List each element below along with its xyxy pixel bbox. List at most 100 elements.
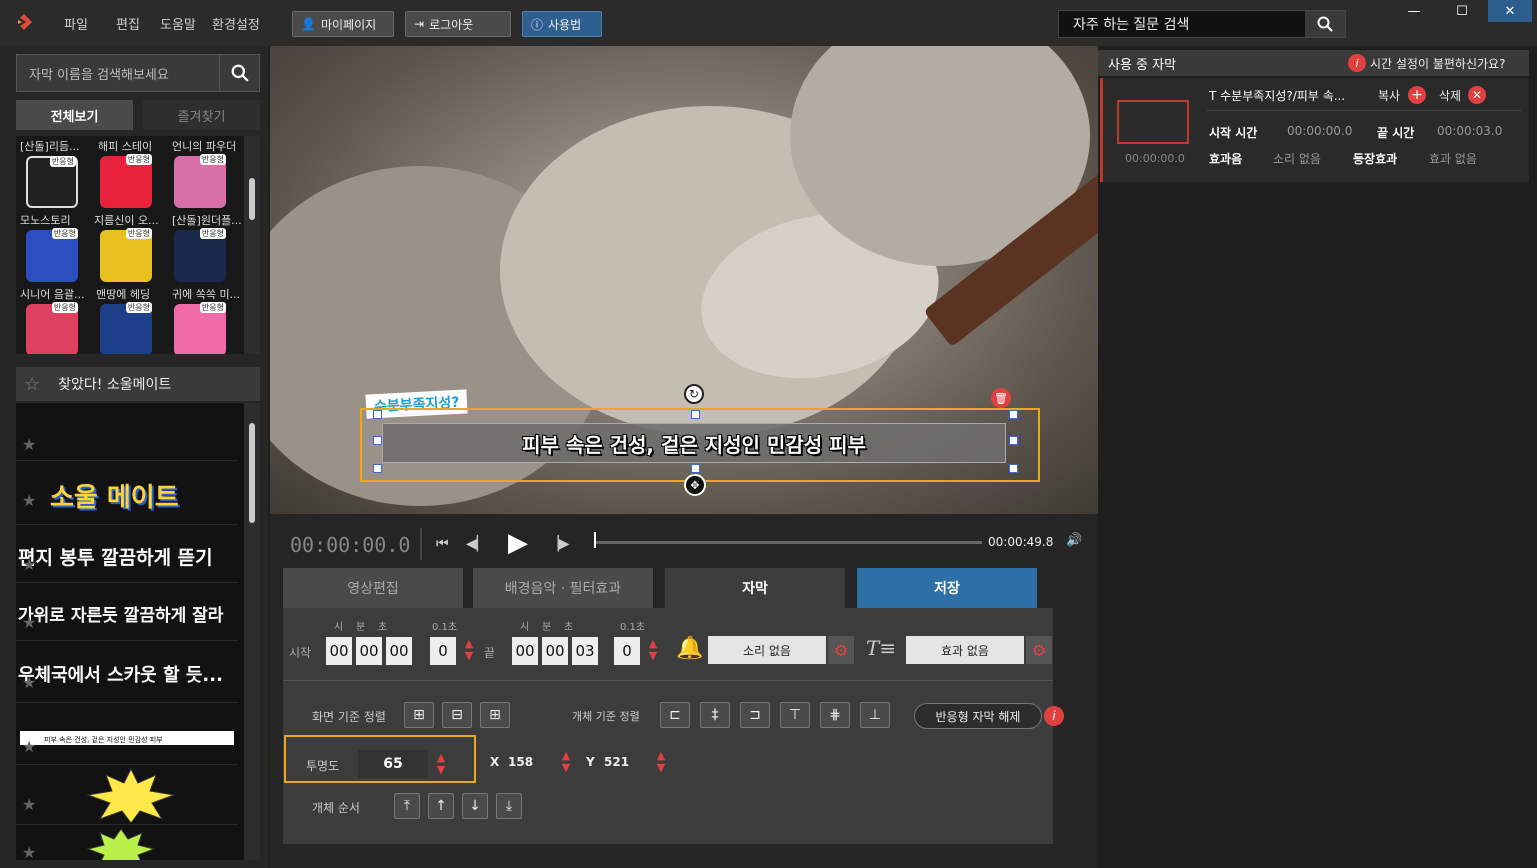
end-time-value[interactable]: 00:00:03.0: [1437, 124, 1502, 138]
resize-handle[interactable]: [373, 410, 382, 419]
star-icon[interactable]: ★: [22, 435, 36, 454]
responsive-release-button[interactable]: 반응형 자막 해제: [914, 703, 1042, 729]
tab-subtitle[interactable]: 자막: [665, 568, 845, 608]
tab-all[interactable]: 전체보기: [16, 100, 133, 130]
faq-search[interactable]: 자주 하는 질문 검색: [1058, 10, 1346, 38]
time-help-link[interactable]: 시간 설정이 불편하신가요?: [1370, 55, 1505, 72]
template-thumb[interactable]: 반응형: [100, 228, 152, 282]
resize-handle[interactable]: [1009, 410, 1018, 419]
delete-label[interactable]: 삭제: [1439, 87, 1461, 104]
star-icon[interactable]: ★: [22, 613, 36, 632]
list-item[interactable]: 편지 봉투 깔끔하게 뜯기 ★: [16, 525, 238, 583]
volume-icon[interactable]: 🔊: [1066, 533, 1082, 548]
template-thumb[interactable]: 반응형: [26, 228, 78, 282]
tab-favorites[interactable]: 즐겨찾기: [143, 100, 260, 130]
tab-bgm-filter[interactable]: 배경음악 · 필터효과: [473, 568, 653, 608]
step-forward-icon[interactable]: ▕▶: [548, 536, 570, 552]
info-icon[interactable]: i: [1044, 706, 1064, 726]
align-screen-center-v-icon[interactable]: ⊞: [404, 702, 434, 728]
align-top-icon[interactable]: ⊤: [780, 702, 810, 728]
subtitle-card[interactable]: 00:00:00.0 T 수분부족지성?/피부 속... 복사 + 삭제 ✕ 시…: [1100, 78, 1529, 182]
subtitle-search[interactable]: 자막 이름을 검색해보세요: [16, 54, 260, 92]
gear-icon[interactable]: ⚙: [828, 636, 854, 664]
list-item[interactable]: ★: [16, 825, 238, 860]
gear-icon[interactable]: ⚙: [1026, 636, 1052, 664]
subtitle-search-input[interactable]: 자막 이름을 검색해보세요: [17, 64, 219, 83]
align-right-icon[interactable]: ⊐: [740, 702, 770, 728]
plus-icon[interactable]: +: [1408, 86, 1426, 104]
close-icon[interactable]: ✕: [1468, 86, 1486, 104]
resize-handle[interactable]: [691, 410, 700, 419]
info-icon[interactable]: i: [1348, 54, 1366, 72]
close-button[interactable]: ✕: [1488, 0, 1532, 22]
menu-file[interactable]: 파일: [64, 14, 88, 33]
start-hour-field[interactable]: 00: [326, 637, 352, 665]
resize-handle[interactable]: [373, 436, 382, 445]
end-stepper[interactable]: ▲ ▼: [642, 636, 664, 664]
search-icon[interactable]: [1305, 11, 1345, 37]
align-middle-icon[interactable]: ⋕: [820, 702, 850, 728]
list-item[interactable]: ★: [16, 403, 238, 461]
start-stepper[interactable]: ▲ ▼: [458, 636, 480, 664]
trash-icon[interactable]: 🗑: [991, 388, 1011, 408]
x-stepper[interactable]: ▲ ▼: [555, 748, 577, 776]
star-icon[interactable]: ★: [22, 555, 36, 574]
timeline-track[interactable]: [596, 541, 982, 544]
scroll-thumb[interactable]: [249, 178, 255, 220]
bring-forward-icon[interactable]: ↑: [428, 793, 454, 819]
template-thumb[interactable]: 반응형: [26, 302, 78, 354]
star-icon[interactable]: ★: [22, 673, 36, 692]
list-item[interactable]: 피부 속은 건성, 겉은 지성인 민감성 피부 ★: [16, 703, 238, 765]
send-to-back-icon[interactable]: ⤓: [496, 793, 522, 819]
resize-handle[interactable]: [373, 464, 382, 473]
timeline-playhead[interactable]: [594, 532, 596, 548]
resize-handle[interactable]: [1009, 464, 1018, 473]
bring-to-front-icon[interactable]: ⤒: [394, 793, 420, 819]
template-thumb[interactable]: 반응형: [174, 154, 226, 208]
start-minute-field[interactable]: 00: [356, 637, 382, 665]
star-icon[interactable]: ★: [22, 737, 36, 756]
align-screen-center-icon[interactable]: ⊞: [480, 702, 510, 728]
star-icon[interactable]: ★: [22, 491, 36, 510]
resize-handle[interactable]: [691, 464, 700, 473]
template-thumb[interactable]: 반응형: [100, 302, 152, 354]
menu-help[interactable]: 도움말: [160, 14, 196, 33]
minimize-button[interactable]: —: [1392, 0, 1436, 22]
mypage-button[interactable]: 👤 마이페이지: [292, 11, 394, 37]
appear-effect-value[interactable]: 효과 없음: [1429, 150, 1477, 167]
end-hour-field[interactable]: 00: [512, 637, 538, 665]
y-stepper[interactable]: ▲ ▼: [650, 748, 672, 776]
play-icon[interactable]: ▶: [508, 528, 528, 558]
end-tenth-field[interactable]: 0: [614, 637, 640, 665]
grid-scrollbar[interactable]: [244, 136, 260, 354]
end-second-field[interactable]: 03: [572, 637, 598, 665]
template-thumb[interactable]: 반응형: [174, 228, 226, 282]
copy-label[interactable]: 복사: [1378, 87, 1400, 104]
search-icon[interactable]: [219, 55, 259, 91]
x-value[interactable]: 158: [508, 755, 533, 769]
template-thumb[interactable]: 반응형: [26, 156, 78, 208]
opacity-stepper[interactable]: ▲ ▼: [430, 750, 452, 778]
menu-edit[interactable]: 편집: [116, 14, 140, 33]
star-icon[interactable]: ★: [22, 843, 36, 860]
move-icon[interactable]: ✥: [684, 474, 706, 496]
resize-handle[interactable]: [1009, 436, 1018, 445]
rotate-icon[interactable]: ↻: [684, 384, 704, 404]
start-second-field[interactable]: 00: [386, 637, 412, 665]
send-backward-icon[interactable]: ↓: [462, 793, 488, 819]
start-tenth-field[interactable]: 0: [430, 637, 456, 665]
star-icon[interactable]: ☆: [24, 374, 40, 395]
list-item[interactable]: ★: [16, 765, 238, 825]
list-item[interactable]: 가위로 자른듯 깔끔하게 잘라 ★: [16, 583, 238, 641]
howto-button[interactable]: ⓘ 사용법: [522, 11, 602, 37]
list-scrollbar[interactable]: [244, 403, 260, 860]
tab-save[interactable]: 저장: [857, 568, 1037, 608]
list-item[interactable]: 우체국에서 스카웃 할 듯... ★: [16, 641, 238, 703]
opacity-input[interactable]: 65: [358, 750, 428, 778]
subtitle-bar[interactable]: 피부 속은 건성, 겉은 지성인 민감성 피부: [382, 423, 1006, 463]
y-value[interactable]: 521: [604, 755, 629, 769]
sound-select[interactable]: 소리 없음: [708, 636, 826, 664]
menu-settings[interactable]: 환경설정: [212, 14, 260, 33]
logout-button[interactable]: ⇥ 로그아웃: [405, 11, 511, 37]
list-item[interactable]: 소울 메이트 ★: [16, 461, 238, 525]
